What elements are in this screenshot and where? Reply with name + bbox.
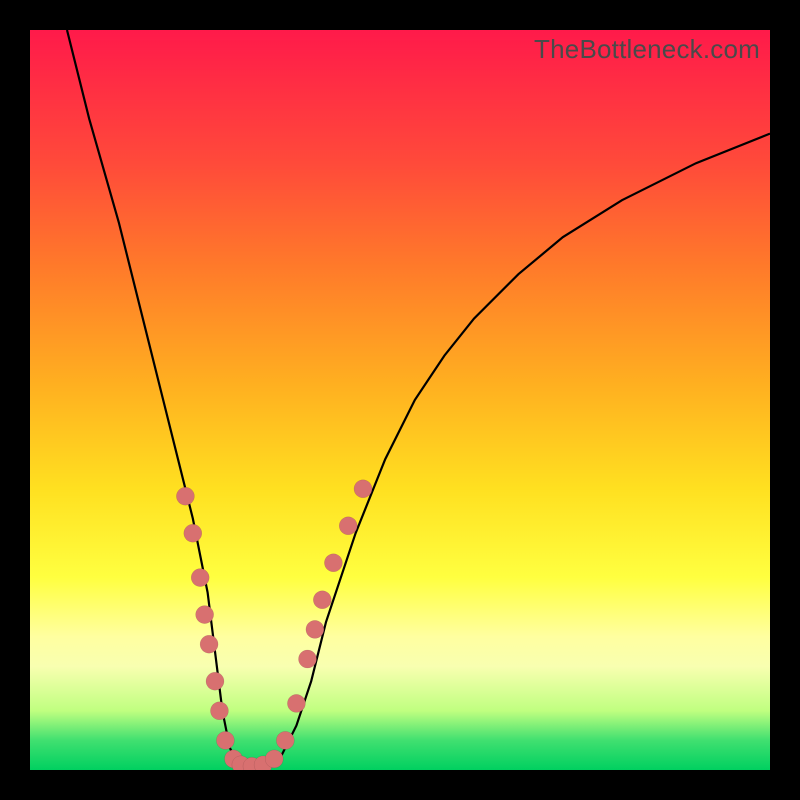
watermark-text: TheBottleneck.com: [534, 34, 760, 65]
marker-point: [191, 569, 209, 587]
marker-point: [216, 731, 234, 749]
marker-point: [276, 731, 294, 749]
bottleneck-curve: [67, 30, 770, 770]
bottleneck-chart: [30, 30, 770, 770]
marker-point: [176, 487, 194, 505]
marker-point: [265, 750, 283, 768]
marker-point: [324, 554, 342, 572]
marker-point: [206, 672, 224, 690]
marker-point: [200, 635, 218, 653]
marker-point: [287, 694, 305, 712]
marker-point: [299, 650, 317, 668]
marker-point: [184, 524, 202, 542]
marker-point: [354, 480, 372, 498]
chart-frame: TheBottleneck.com: [30, 30, 770, 770]
marker-point: [210, 702, 228, 720]
marker-point: [313, 591, 331, 609]
marker-point: [339, 517, 357, 535]
marker-group: [176, 480, 372, 770]
marker-point: [306, 620, 324, 638]
marker-point: [196, 606, 214, 624]
